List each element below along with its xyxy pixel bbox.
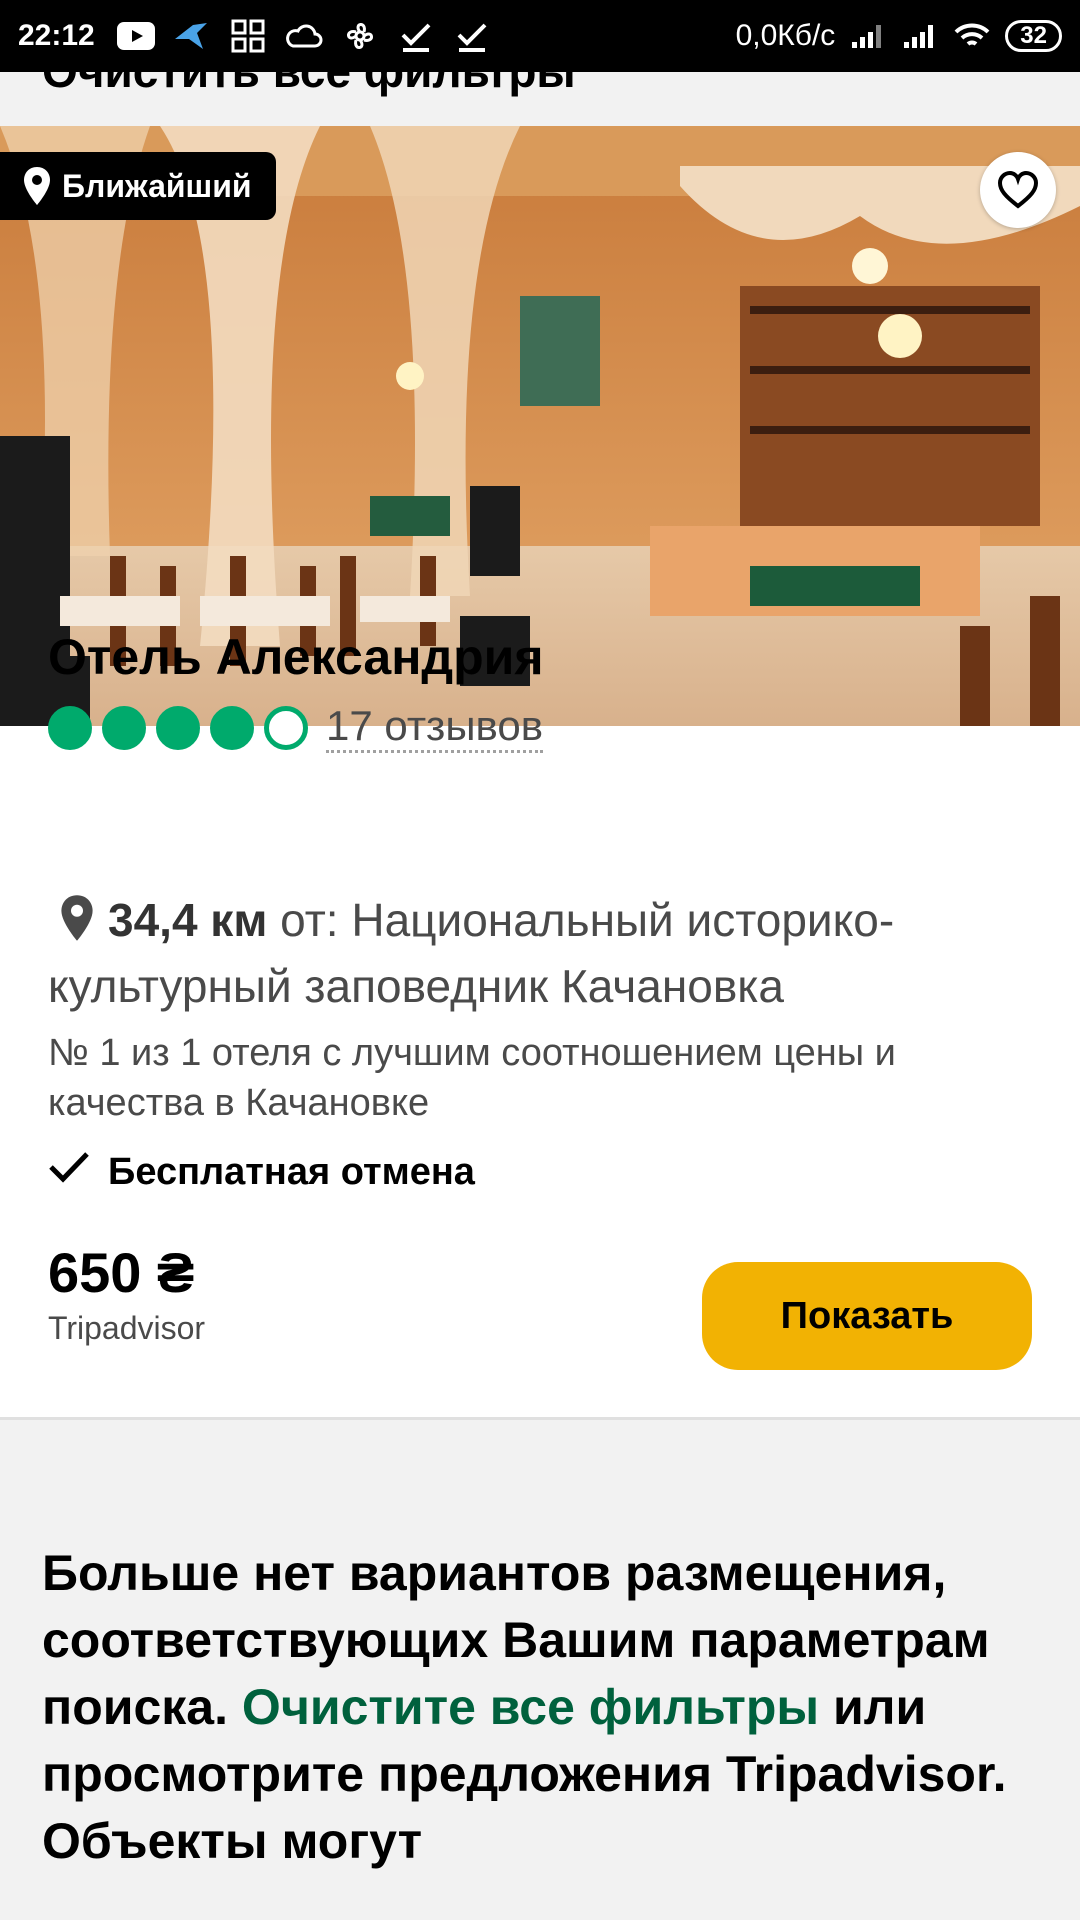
price-provider: Tripadvisor bbox=[48, 1310, 206, 1346]
clear-all-filters-link[interactable]: Очистите все фильтры bbox=[242, 1679, 819, 1735]
rating-bubble-filled bbox=[48, 705, 92, 750]
location-pin-icon bbox=[22, 166, 52, 206]
wifi-icon bbox=[953, 19, 991, 53]
ranking-text: № 1 из 1 отеля с лучшим соотношением цен… bbox=[48, 1032, 896, 1124]
fan-icon bbox=[341, 19, 379, 53]
rating-bubble-filled bbox=[156, 705, 200, 750]
status-bar: 22:12 0,0Кб/с 32 bbox=[0, 0, 1080, 72]
status-time: 22:12 bbox=[18, 19, 95, 52]
nearest-badge-label: Ближайший bbox=[62, 167, 252, 204]
status-right: 0,0Кб/с 32 bbox=[736, 19, 1062, 53]
check-icon bbox=[453, 19, 491, 53]
rating-bubble-filled bbox=[210, 705, 254, 750]
no-more-results-message: Больше нет вариантов размещения, соответ… bbox=[42, 1540, 1042, 1875]
status-icons bbox=[116, 19, 491, 53]
battery-indicator: 32 bbox=[1005, 20, 1062, 52]
rating-bubble-filled bbox=[102, 705, 146, 750]
distance-info: 34,4 км от: Национальный историко-культу… bbox=[48, 890, 1048, 1016]
location-pin-icon bbox=[58, 894, 96, 956]
clear-filters-clipped[interactable]: Очистить все фильтры bbox=[0, 72, 1080, 126]
bird-icon bbox=[173, 19, 211, 53]
hotel-card[interactable]: Ближайший bbox=[0, 126, 1080, 1420]
free-cancellation: Бесплатная отмена bbox=[48, 1150, 475, 1194]
net-speed: 0,0Кб/с bbox=[735, 19, 836, 52]
reviews-link[interactable]: 17 отзывов bbox=[326, 702, 544, 753]
favorite-button[interactable] bbox=[980, 152, 1056, 228]
rating-bubble-empty bbox=[264, 705, 308, 750]
apps-icon bbox=[229, 19, 267, 53]
show-offer-button[interactable]: Показать bbox=[702, 1262, 1032, 1370]
signal-icon bbox=[849, 19, 887, 53]
checkmark-icon bbox=[48, 1150, 90, 1194]
distance-value: 34,4 км bbox=[108, 894, 268, 946]
clear-filters-text: Очистить все фильтры bbox=[42, 72, 576, 98]
heart-icon bbox=[997, 171, 1039, 209]
price: 650 ₴ bbox=[48, 1241, 195, 1304]
free-cancellation-label: Бесплатная отмена bbox=[108, 1150, 475, 1193]
youtube-icon bbox=[116, 19, 155, 53]
rating-row[interactable]: 17 отзывов bbox=[48, 702, 544, 753]
cloud-icon bbox=[285, 19, 323, 53]
signal-icon bbox=[901, 19, 939, 53]
hotel-name[interactable]: Отель Александрия bbox=[48, 628, 544, 686]
nearest-badge: Ближайший bbox=[0, 152, 276, 220]
check-icon bbox=[397, 19, 435, 53]
